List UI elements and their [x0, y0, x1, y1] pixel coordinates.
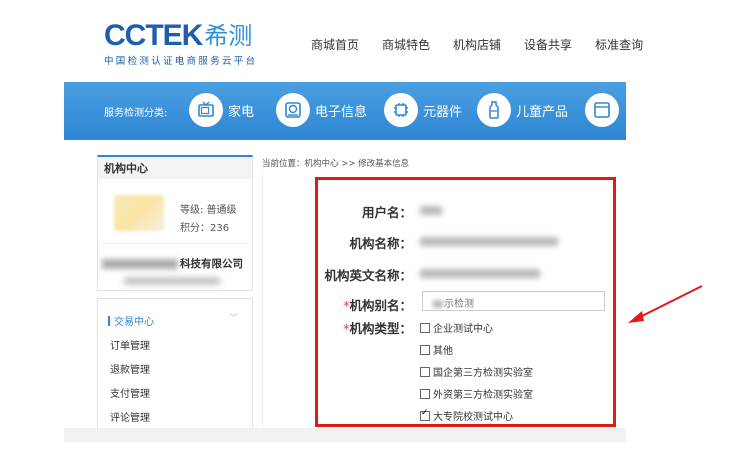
category-appliance[interactable]: 家电: [189, 93, 254, 127]
category-components[interactable]: 元器件: [384, 93, 462, 127]
sidebar-section-trade[interactable]: 交易中心: [108, 313, 154, 328]
redacted-text: [102, 259, 178, 269]
sidebar-item-orders[interactable]: 订单管理: [110, 337, 150, 352]
company-name: 科技有限公司: [102, 256, 243, 271]
logo-text: CCTEK: [104, 19, 203, 52]
chip-icon: [384, 93, 418, 127]
nav-standards[interactable]: 标准查询: [595, 36, 643, 53]
window-icon: [585, 93, 619, 127]
category-more[interactable]: [585, 93, 624, 127]
sidebar-item-payments[interactable]: 支付管理: [110, 385, 150, 400]
annotation-highlight-box: [315, 177, 616, 427]
category-label: 元器件: [423, 104, 463, 120]
category-children[interactable]: 儿童产品: [477, 93, 568, 127]
member-points: 积分：236: [180, 223, 230, 234]
logo-cn-text: 希测: [204, 22, 253, 50]
hard-drive-icon: [276, 93, 310, 127]
divider: [102, 243, 248, 244]
top-nav: 商城首页 商城特色 机构店铺 设备共享 标准查询: [311, 36, 666, 53]
baby-bottle-icon: [477, 93, 511, 127]
sidebar-title: 机构中心: [98, 157, 252, 179]
category-electronics[interactable]: 电子信息: [276, 93, 367, 127]
sidebar-item-refunds[interactable]: 退款管理: [110, 361, 150, 376]
sidebar-menu: 交易中心 ﹀ 订单管理 退款管理 支付管理 评论管理: [97, 298, 253, 430]
profile-card: 机构中心 等级: 普通级 积分：236 科技有限公司: [97, 155, 253, 291]
company-name-suffix: 科技有限公司: [180, 258, 243, 270]
nav-stores[interactable]: 机构店铺: [453, 36, 501, 53]
nav-features[interactable]: 商城特色: [382, 36, 430, 53]
member-level: 等级: 普通级: [180, 205, 237, 216]
category-label: 家电: [228, 104, 255, 120]
site-logo[interactable]: CCTEK 希测 中国检测认证电商服务云平台: [104, 19, 284, 68]
logo-tagline: 中国检测认证电商服务云平台: [104, 56, 258, 67]
annotation-arrow-icon: [628, 285, 703, 323]
avatar: [114, 195, 164, 231]
nav-equipment-share[interactable]: 设备共享: [524, 36, 572, 53]
category-band: 服务检测分类: 家电 电子信息 元器件 儿童产品: [64, 82, 626, 140]
redacted-text: [124, 277, 220, 285]
chevron-down-icon[interactable]: ﹀: [229, 311, 238, 324]
category-label: 电子信息: [315, 104, 368, 120]
footer-strip: [64, 428, 626, 442]
tv-icon: [189, 93, 223, 127]
category-label: 儿童产品: [516, 104, 569, 120]
nav-home[interactable]: 商城首页: [311, 36, 359, 53]
category-band-label: 服务检测分类:: [104, 108, 168, 119]
sidebar-item-reviews[interactable]: 评论管理: [110, 409, 150, 424]
breadcrumb: 当前位置：机构中心 >> 修改基本信息: [262, 159, 410, 169]
